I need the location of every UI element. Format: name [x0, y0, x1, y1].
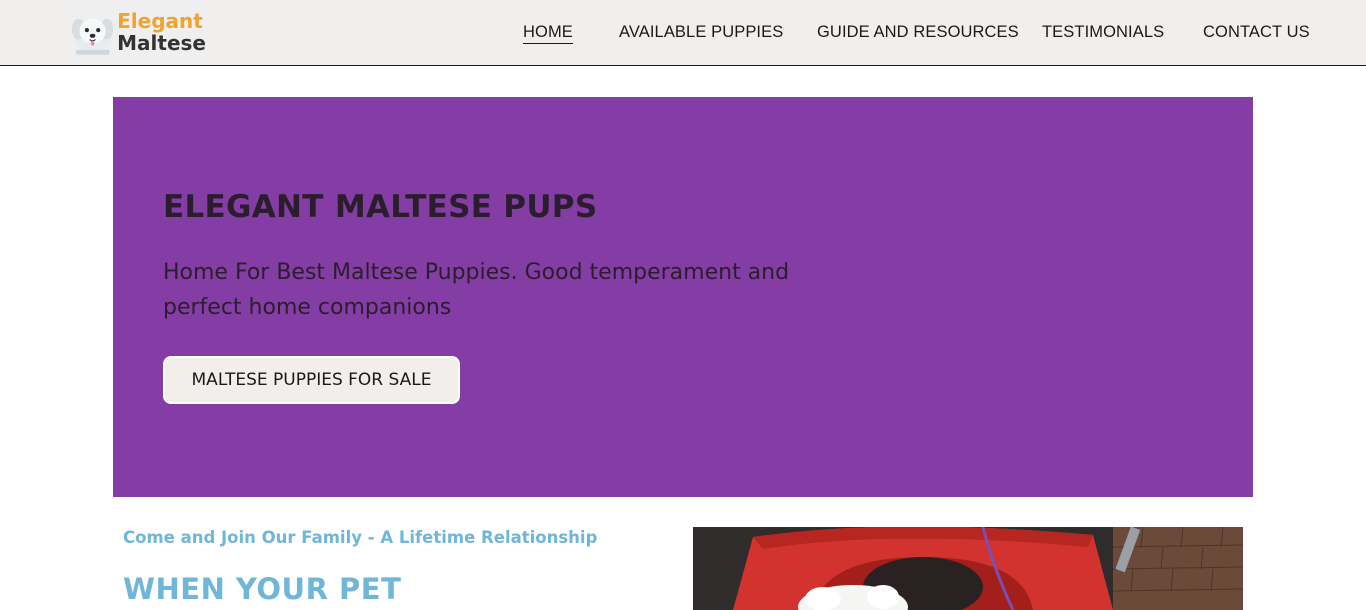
- nav-home[interactable]: HOME: [523, 21, 573, 44]
- puppy-stroller-image: [693, 527, 1243, 610]
- family-tagline: Come and Join Our Family - A Lifetime Re…: [123, 528, 598, 547]
- hero-title: ELEGANT MALTESE PUPS: [163, 189, 598, 225]
- nav-available-puppies[interactable]: AVAILABLE PUPPIES: [619, 21, 783, 43]
- puppy-photo: [693, 527, 1243, 610]
- nav-testimonials[interactable]: TESTIMONIALS: [1042, 21, 1164, 43]
- site-header: Elegant Maltese HOME AVAILABLE PUPPIES G…: [0, 0, 1366, 66]
- nav-contact-us[interactable]: CONTACT US: [1203, 21, 1310, 43]
- puppies-for-sale-button[interactable]: MALTESE PUPPIES FOR SALE: [163, 356, 460, 404]
- logo-line1: Elegant: [117, 9, 203, 33]
- hero-subtitle: Home For Best Maltese Puppies. Good temp…: [163, 260, 790, 320]
- logo-wordmark: Elegant Maltese: [117, 10, 206, 54]
- site-logo[interactable]: Elegant Maltese: [68, 0, 206, 64]
- logo-line2: Maltese: [117, 31, 206, 55]
- nav-guide-and-resources[interactable]: GUIDE AND RESOURCES: [817, 21, 1019, 43]
- section-heading: WHEN YOUR PET: [123, 572, 402, 606]
- hero-banner: ELEGANT MALTESE PUPS Home For Best Malte…: [113, 97, 1253, 497]
- maltese-dog-icon: [71, 18, 114, 55]
